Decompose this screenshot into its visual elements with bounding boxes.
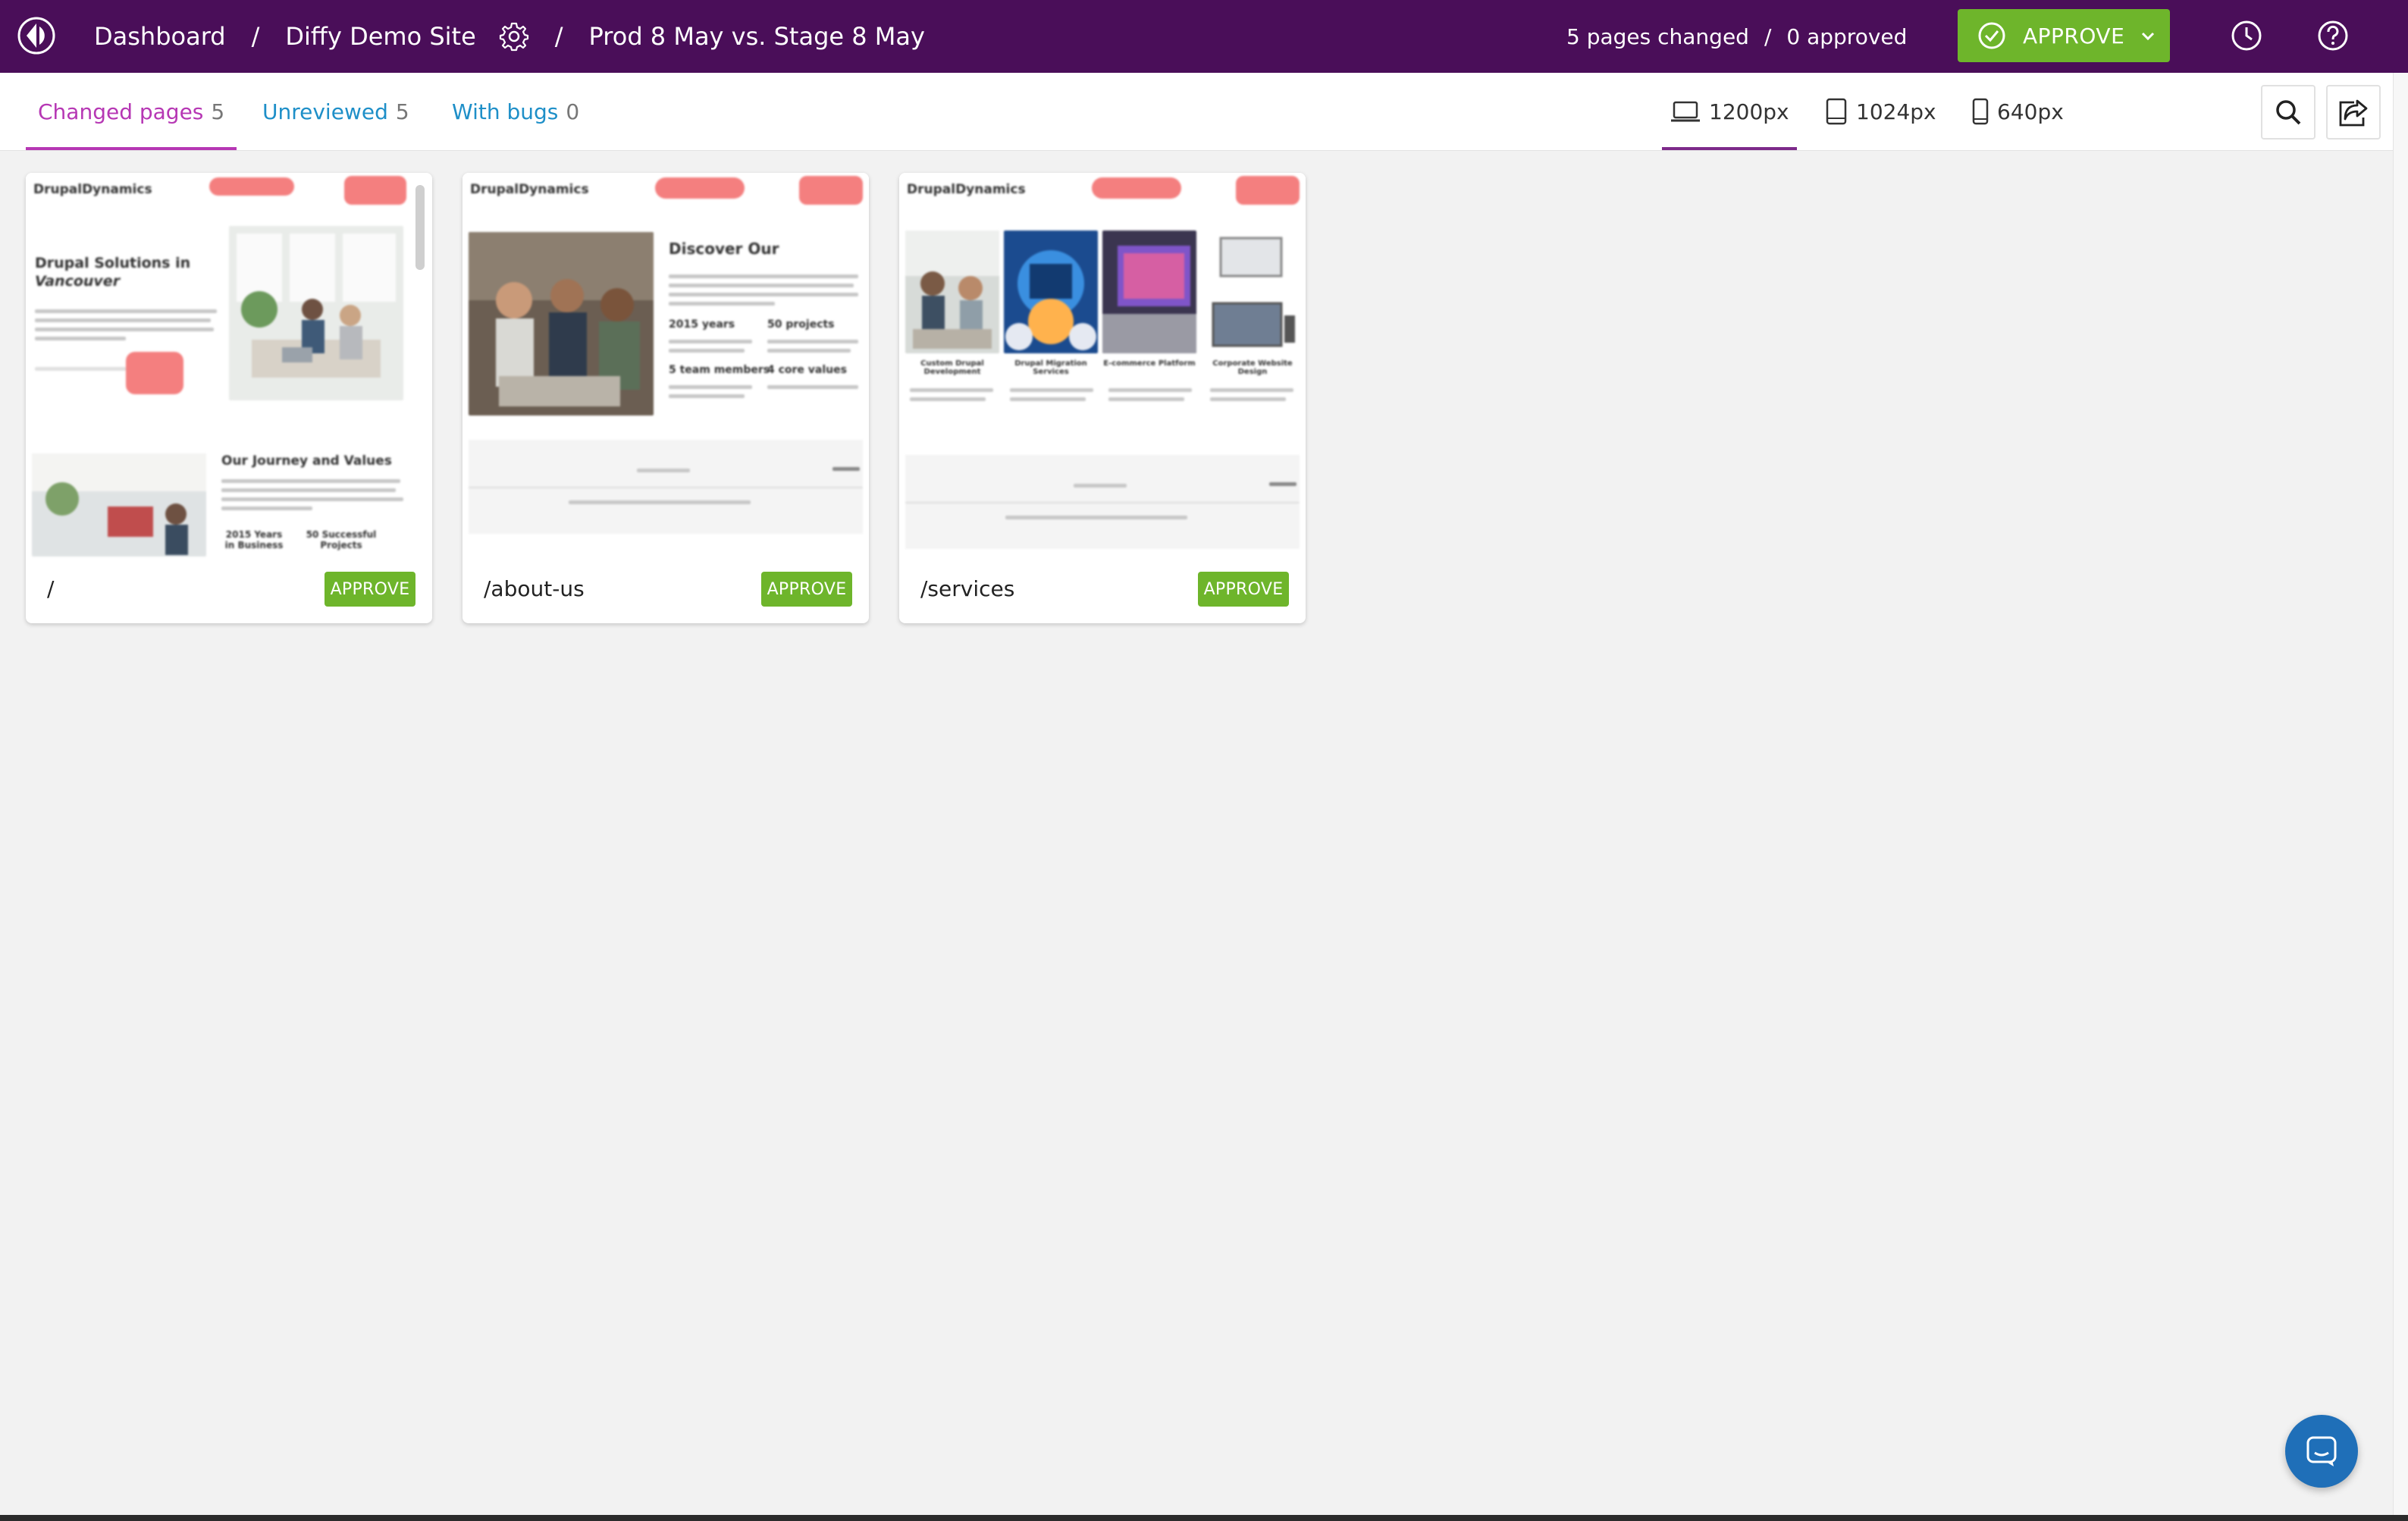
preview-heading: Discover Our xyxy=(669,240,779,258)
tab-label: Unreviewed xyxy=(262,99,388,124)
tab-label: Changed pages xyxy=(38,99,204,124)
status-separator: / xyxy=(1764,24,1772,49)
breadcrumb-site[interactable]: Diffy Demo Site xyxy=(285,22,475,51)
check-circle-icon xyxy=(1978,22,2005,49)
gear-icon[interactable] xyxy=(499,21,529,52)
breadcrumb-separator: / xyxy=(251,22,260,51)
laptop-icon xyxy=(1671,101,1700,122)
page-thumbnail[interactable]: DrupalDynamics Drupal Solutions in Vanco… xyxy=(26,173,432,560)
preview-site-logo: DrupalDynamics xyxy=(907,182,1026,197)
resolution-1024[interactable]: 1024px xyxy=(1824,73,1936,150)
help-icon[interactable] xyxy=(2316,18,2350,53)
pages-changed-count: 5 pages changed xyxy=(1566,24,1749,49)
tab-label: With bugs xyxy=(452,99,559,124)
preview-stat: 4 core values xyxy=(767,364,847,376)
preview-site-logo: DrupalDynamics xyxy=(33,182,152,197)
approve-page-button[interactable]: APPROVE xyxy=(325,572,415,607)
preview-service: Custom Drupal Development xyxy=(920,359,984,376)
breadcrumb-dashboard[interactable]: Dashboard xyxy=(94,22,226,51)
preview-service: Corporate Website Design xyxy=(1212,359,1293,376)
preview-section-heading: Our Journey and Values xyxy=(221,453,392,469)
resolution-label: 640px xyxy=(1997,99,2064,124)
window-bottom-edge xyxy=(0,1515,2408,1521)
approve-page-button[interactable]: APPROVE xyxy=(761,572,852,607)
resolution-640[interactable]: 640px xyxy=(1971,73,2064,150)
resolution-1200[interactable]: 1200px xyxy=(1662,73,1797,150)
tab-count: 5 xyxy=(395,99,409,124)
approve-all-button[interactable]: APPROVE xyxy=(1958,9,2170,62)
page-thumbnail[interactable]: DrupalDynamics Discover Our 2015 years 5… xyxy=(462,173,869,560)
search-button[interactable] xyxy=(2261,85,2316,140)
breadcrumb: Dashboard / Diffy Demo Site / Prod 8 May… xyxy=(94,0,925,73)
resolution-label: 1024px xyxy=(1856,99,1936,124)
breadcrumb-separator: / xyxy=(554,22,563,51)
preview-site-logo: DrupalDynamics xyxy=(470,182,589,197)
page-path[interactable]: /about-us xyxy=(484,576,585,601)
search-icon xyxy=(2276,100,2301,125)
page-card-about-us[interactable]: DrupalDynamics Discover Our 2015 years 5… xyxy=(462,173,869,623)
resolution-label: 1200px xyxy=(1709,99,1789,124)
share-button[interactable] xyxy=(2326,85,2381,140)
preview-stat: 50 Successful Projects xyxy=(306,529,377,550)
history-icon[interactable] xyxy=(2229,18,2264,53)
tablet-icon xyxy=(1826,98,1847,125)
approve-page-button[interactable]: APPROVE xyxy=(1198,572,1289,607)
tab-count: 0 xyxy=(566,99,580,124)
diffy-logo-icon[interactable] xyxy=(17,16,56,55)
preview-heading-em: Vancouver xyxy=(35,273,121,290)
preview-service: Drupal Migration Services xyxy=(1014,359,1087,376)
tab-changed-pages[interactable]: Changed pages 5 xyxy=(25,73,237,150)
preview-stat: 2015 years xyxy=(669,318,735,331)
preview-stat: 5 team members xyxy=(669,364,770,376)
page-path[interactable]: / xyxy=(47,576,54,601)
filter-bar: Changed pages 5 Unreviewed 5 With bugs 0… xyxy=(0,73,2393,151)
page-thumbnail[interactable]: DrupalDynamics Custom Drupal Development… xyxy=(899,173,1306,560)
thumbnail-scrollbar[interactable] xyxy=(415,185,425,270)
chat-launcher-button[interactable] xyxy=(2285,1415,2358,1488)
share-icon xyxy=(2339,99,2368,127)
tab-unreviewed[interactable]: Unreviewed 5 xyxy=(262,73,409,150)
breadcrumb-comparison: Prod 8 May vs. Stage 8 May xyxy=(588,22,925,51)
phone-icon xyxy=(1972,98,1989,125)
page-scrollbar-track[interactable] xyxy=(2393,73,2408,1521)
chat-icon xyxy=(2306,1436,2337,1466)
tab-count: 5 xyxy=(211,99,225,124)
page-path[interactable]: /services xyxy=(920,576,1014,601)
preview-stat: 2015 Years in Business xyxy=(224,529,284,550)
tab-with-bugs[interactable]: With bugs 0 xyxy=(452,73,579,150)
page-card-services[interactable]: DrupalDynamics Custom Drupal Development… xyxy=(899,173,1306,623)
page-card-home[interactable]: DrupalDynamics Drupal Solutions in Vanco… xyxy=(26,173,432,623)
preview-heading: Drupal Solutions in xyxy=(35,255,191,271)
review-status: 5 pages changed / 0 approved xyxy=(1566,0,1907,73)
top-bar: Dashboard / Diffy Demo Site / Prod 8 May… xyxy=(0,0,2408,73)
preview-service: E-commerce Platform xyxy=(1103,359,1196,368)
preview-stat: 50 projects xyxy=(767,318,835,331)
approved-count: 0 approved xyxy=(1786,24,1908,49)
approve-all-label: APPROVE xyxy=(2023,23,2125,49)
chevron-down-icon xyxy=(2142,32,2155,41)
